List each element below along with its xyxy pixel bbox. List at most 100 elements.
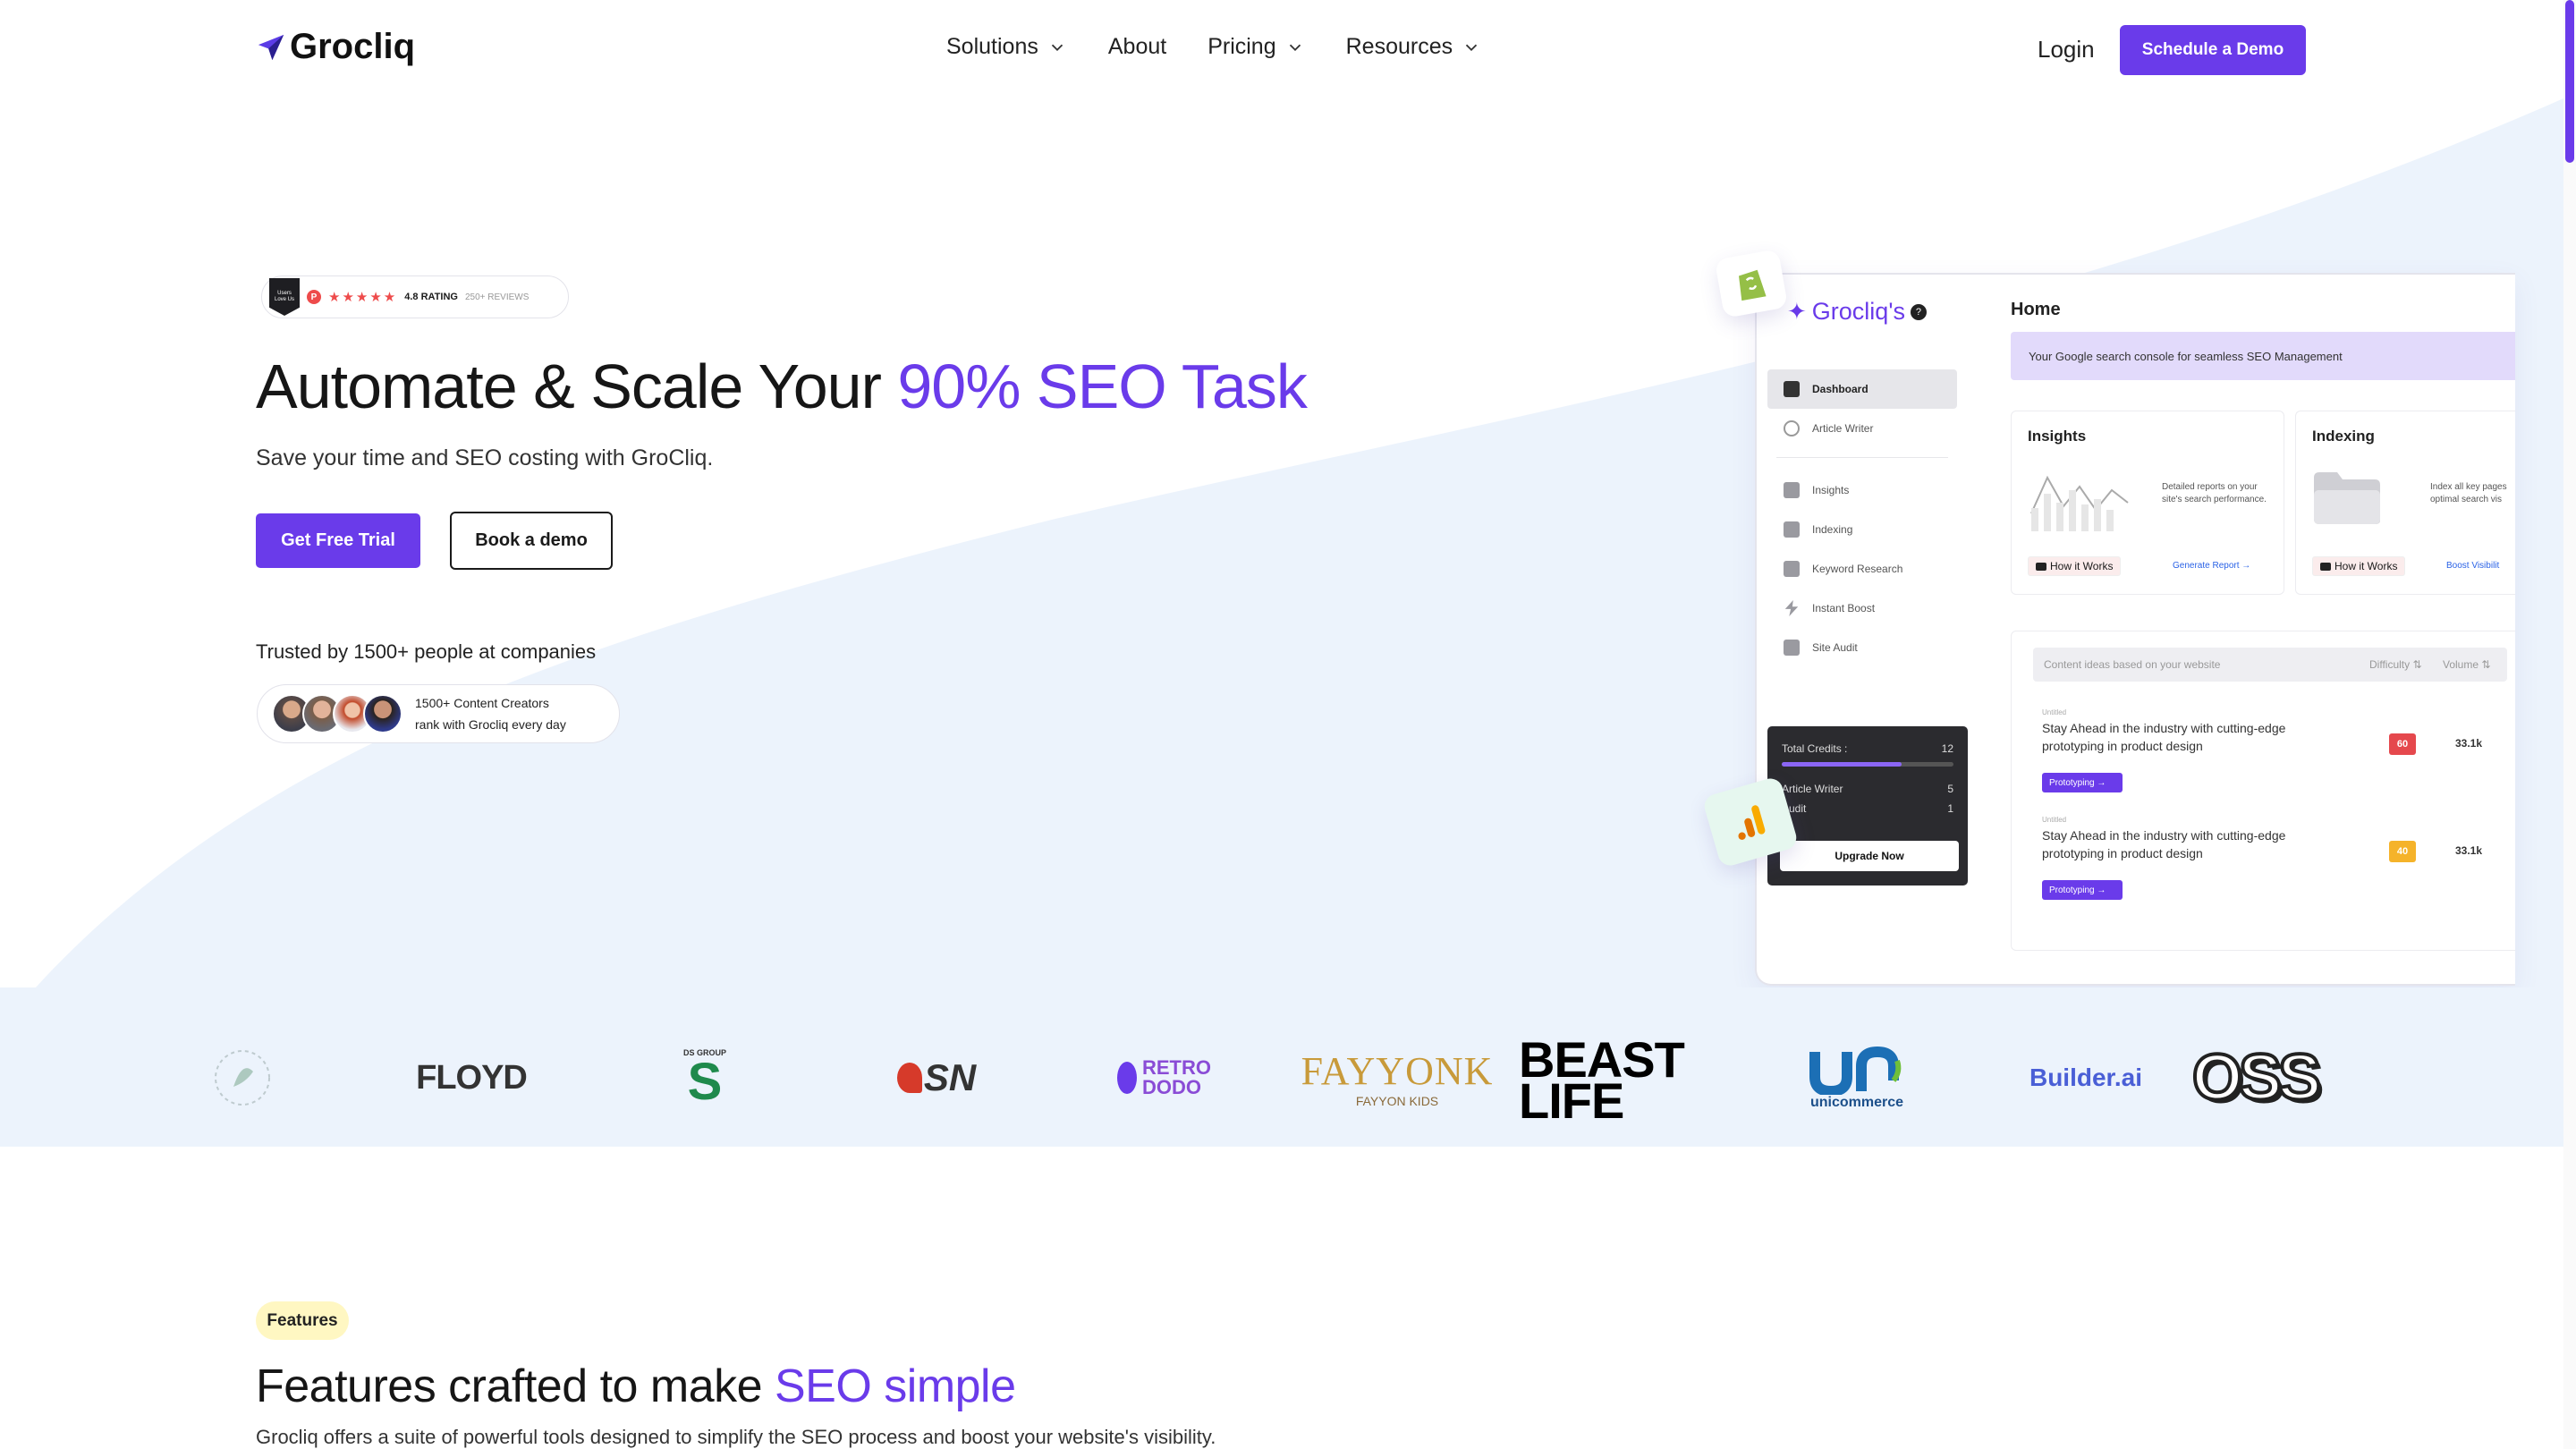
shopify-icon [1714,249,1789,318]
row-tag[interactable]: Prototyping → [2042,880,2123,900]
sidebar-divider [1776,457,1948,458]
retro-dodo-label: RETRO DODO [1142,1056,1211,1098]
credits-panel: Total Credits : 12 Article Writer 5 Audit 1… [1767,726,1968,886]
scrollbar-track[interactable] [2563,0,2576,1449]
nav-pricing[interactable]: Pricing [1208,34,1304,60]
bookmark-icon [1784,521,1800,538]
sidebar-item-label: Insights [1812,484,1850,496]
sidebar-item-site-audit[interactable]: Site Audit [1767,628,1957,667]
sidebar-item-indexing[interactable]: Indexing [1767,510,1957,549]
content-ideas-table: Content ideas based on your website Diff… [2011,631,2515,951]
sidebar-item-label: Dashboard [1812,383,1868,395]
how-it-works-button[interactable]: How it Works [2312,556,2406,576]
credits-total-row: Total Credits : 12 [1782,742,1953,755]
table-header: Content ideas based on your website Diff… [2033,648,2507,682]
brand-logo[interactable]: Grocliq [256,27,415,67]
features-title-accent: SEO simple [775,1360,1016,1412]
boost-visibility-link[interactable]: Boost Visibilit [2446,561,2499,571]
how-it-works-button[interactable]: How it Works [2028,556,2122,576]
login-link[interactable]: Login [2038,36,2095,64]
row-meta: Untitled [2042,708,2067,716]
dodo-icon [1117,1062,1137,1094]
indexing-card: Indexing Index all key pages optimal sea… [2295,411,2515,595]
reviews-count: 250+ REVIEWS [464,292,530,302]
row-meta: Untitled [2042,816,2067,824]
sidebar-item-keyword-research[interactable]: Keyword Research [1767,549,1957,589]
sidebar-item-label: Article Writer [1812,422,1874,435]
sparkle-icon: ✦ [1787,298,1807,325]
schedule-demo-button[interactable]: Schedule a Demo [2120,25,2306,75]
sn-label: SN [923,1056,977,1098]
creators-pill: 1500+ Content Creators rank with Grocliq… [257,684,620,743]
youtube-icon [2320,562,2331,571]
row-volume: 33.1k [2455,737,2483,750]
row-tag[interactable]: Prototyping → [2042,773,2123,792]
sidebar-item-label: Indexing [1812,523,1853,536]
client-logo-ds-group: DS GROUP S [676,1038,733,1118]
nav-solutions-label: Solutions [946,34,1038,59]
credits-row: Audit 1 [1782,802,1953,815]
sidebar-item-label: Site Audit [1812,641,1858,654]
creators-line-1: 1500+ Content Creators [415,696,549,710]
hero-subtitle: Save your time and SEO costing with GroC… [256,445,714,470]
scrollbar-thumb[interactable] [2565,0,2574,163]
sidebar-item-article-writer[interactable]: Article Writer [1767,409,1957,448]
beast-life-label: BEAST LIFE [1519,1031,1685,1129]
chevron-down-icon [1289,44,1301,51]
star-rating-icon: ★★★★★ [328,290,398,305]
unicommerce-label: unicommerce [1809,1095,1904,1110]
fayyonk-label: FAYYONK [1301,1048,1494,1093]
client-logos-strip [0,987,2563,1147]
get-free-trial-button[interactable]: Get Free Trial [256,513,420,568]
card-title: Indexing [2312,428,2375,445]
dashboard-preview: ✦ Grocliq's ? Dashboard Article Writer I… [1755,273,2515,986]
client-logo-oss: OSS [2190,1042,2323,1114]
client-logo-fayyonk: FAYYONK FAYYON KIDS [1301,1038,1494,1118]
pen-icon [1784,420,1800,436]
insights-card: Insights Detailed reports on your site's… [2011,411,2284,595]
nav-resources-label: Resources [1345,34,1453,59]
features-title: Features crafted to make SEO simple [256,1360,1016,1413]
main-nav: Solutions About Pricing Resources [946,34,1481,60]
upgrade-now-button[interactable]: Upgrade Now [1780,841,1959,871]
sidebar-item-label: Keyword Research [1812,563,1903,575]
features-subtitle: Grocliq offers a suite of powerful tools… [256,1426,1216,1448]
credits-row-value: 5 [1947,783,1953,795]
table-header-volume[interactable]: Volume ⇅ [2443,658,2490,671]
brand-name: Grocliq [290,27,416,66]
how-it-works-label: How it Works [2334,560,2398,572]
helmet-icon [896,1063,922,1093]
row-difficulty: 60 [2389,733,2416,755]
client-logo-leaf [202,1038,283,1118]
book-demo-button[interactable]: Book a demo [450,512,613,570]
credits-label: Total Credits : [1782,742,1848,755]
avatar [363,694,402,733]
sidebar-item-instant-boost[interactable]: Instant Boost [1767,589,1957,628]
youtube-icon [2036,562,2046,571]
review-platform-icon: P [307,290,321,304]
users-love-us-shield-icon: Users Love Us [269,278,300,316]
sidebar-item-dashboard[interactable]: Dashboard [1767,369,1957,409]
generate-report-link[interactable]: Generate Report → [2173,561,2250,571]
nav-about[interactable]: About [1108,34,1166,60]
lightning-icon [1784,600,1799,616]
card-description: Index all key pages optimal search vis [2430,482,2507,504]
ds-group-mark: S [687,1053,723,1111]
chevron-down-icon [1465,44,1478,51]
sidebar-item-insights[interactable]: Insights [1767,470,1957,510]
row-title: Stay Ahead in the industry with cutting-… [2042,828,2286,860]
hero-title: Automate & Scale Your 90% SEO Task [256,351,1308,422]
creators-line-2: rank with Grocliq every day [415,717,566,732]
rating-text: 4.8 RATING [404,292,458,302]
features-badge: Features [256,1301,349,1340]
nav-resources[interactable]: Resources [1346,34,1482,60]
credits-total: 12 [1941,742,1953,755]
client-logo-retro-dodo: RETRO DODO [1116,1038,1215,1118]
table-header-difficulty[interactable]: Difficulty ⇅ [2369,658,2422,671]
unicommerce-mark-icon [1809,1046,1902,1095]
nav-solutions[interactable]: Solutions [946,34,1067,60]
sidebar-item-label: Instant Boost [1812,602,1876,614]
creators-text: 1500+ Content Creators rank with Grocliq… [415,692,566,735]
table-row: Untitled Stay Ahead in the industry with… [2038,708,2515,816]
dashboard-banner: Your Google search console for seamless … [2011,332,2515,380]
